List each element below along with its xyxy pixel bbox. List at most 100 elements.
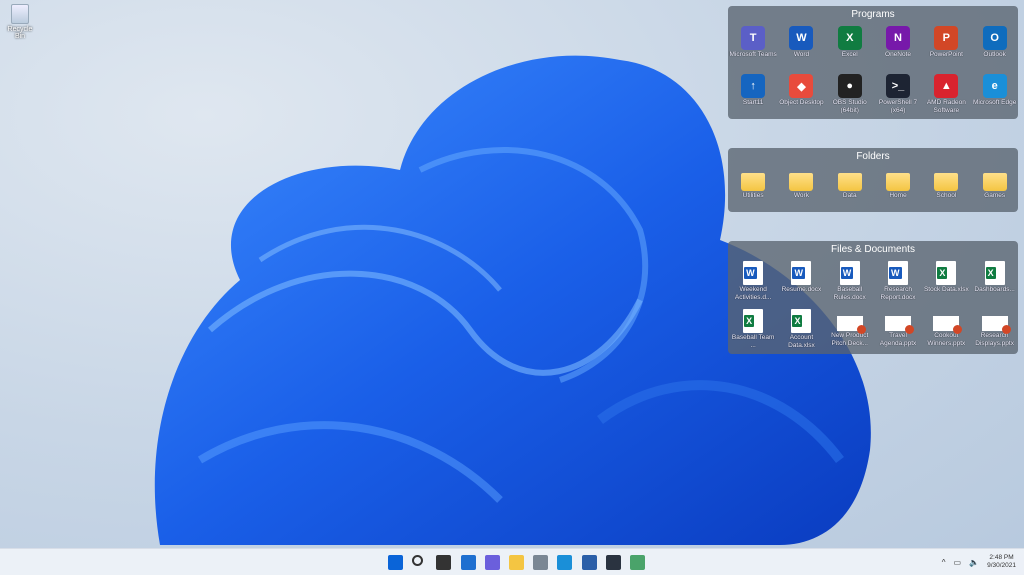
recycle-bin-label: Recycle Bin xyxy=(7,26,33,40)
word-doc-icon: W xyxy=(791,261,812,285)
fence-item-label: Research Displays.pptx xyxy=(975,332,1014,347)
fence-item-label: Stock Data.xlsx xyxy=(923,286,969,293)
fence-item-label: Start11 xyxy=(742,99,764,106)
task-view-button[interactable] xyxy=(436,555,452,570)
pptx-doc-icon xyxy=(885,316,915,334)
fence-item[interactable]: ● OBS Studio (64bit) xyxy=(826,71,874,119)
fence-item[interactable]: Work xyxy=(777,165,825,213)
globe-app-button[interactable] xyxy=(630,555,645,570)
amd-radeon-icon: ▲ xyxy=(934,74,959,98)
fence-item-label: Dashboards... xyxy=(974,286,1015,293)
word-icon: W xyxy=(789,26,814,50)
camera-button[interactable] xyxy=(533,555,549,570)
fence-item-label: OBS Studio (64bit) xyxy=(832,99,867,114)
programs-fence: Programs T Microsoft Teams W Word X Excel N OneN… xyxy=(728,6,1018,119)
word-doc-icon: W xyxy=(839,261,860,285)
chevron-up-icon[interactable]: ^ xyxy=(942,558,946,567)
store-button[interactable] xyxy=(581,555,597,570)
chat-button[interactable] xyxy=(484,555,500,570)
fence-item-label: Travel Agenda.pptx xyxy=(879,332,917,347)
fence-item-label: Account Data.xlsx xyxy=(788,334,815,349)
fence-item[interactable]: Games xyxy=(970,165,1018,213)
fence-item-label: Cookout Winners.pptx xyxy=(927,332,966,347)
excel-doc-icon: X xyxy=(743,309,764,333)
fence-item[interactable]: New Product Pitch Deck... xyxy=(826,306,874,354)
clock-date: 9/30/2021 xyxy=(987,562,1016,569)
excel-doc-icon: X xyxy=(791,309,812,333)
fence-item-label: AMD Radeon Software xyxy=(926,99,966,114)
fence-item-label: Utilities xyxy=(742,192,764,199)
fence-item[interactable]: Travel Agenda.pptx xyxy=(874,306,922,354)
start11-icon: ↑ xyxy=(741,74,766,98)
fence-item-label: Resume.docx xyxy=(781,286,822,293)
fence-item-label: Microsoft Edge xyxy=(972,99,1017,106)
folders-fence: Folders Utilities Work Data Home School Games xyxy=(728,148,1018,212)
fence-item[interactable]: W Baseball Rules.docx xyxy=(826,258,874,306)
excel-icon: X xyxy=(837,26,862,50)
fence-item[interactable]: e Microsoft Edge xyxy=(970,71,1018,119)
word-doc-icon: W xyxy=(888,261,909,285)
fence-item[interactable]: Utilities xyxy=(729,165,777,213)
fence-item[interactable]: X Stock Data.xlsx xyxy=(922,258,970,306)
excel-doc-icon: X xyxy=(984,261,1005,285)
fence-item[interactable]: ▲ AMD Radeon Software xyxy=(922,71,970,119)
obs-icon: ● xyxy=(837,74,862,98)
fence-item[interactable]: W Resume.docx xyxy=(777,258,825,306)
fence-item-label: School xyxy=(936,192,957,199)
fence-item[interactable]: W Word xyxy=(777,23,825,71)
fence-title: Programs xyxy=(851,9,895,20)
fences-button[interactable] xyxy=(605,555,621,570)
fence-item-label: Baseball Team ... xyxy=(731,334,775,349)
search-button[interactable] xyxy=(412,555,424,566)
pptx-doc-icon xyxy=(933,316,963,334)
fence-item-label: Outlook xyxy=(983,51,1006,58)
folder-icon xyxy=(982,173,1007,191)
fence-item-label: Microsoft Teams xyxy=(729,51,777,58)
fence-item-label: Object Desktop xyxy=(779,99,824,106)
recycle-bin[interactable]: Recycle Bin xyxy=(2,4,38,40)
folder-icon xyxy=(934,173,959,191)
fence-item[interactable]: W Research Report.docx xyxy=(874,258,922,306)
fence-item[interactable]: Cookout Winners.pptx xyxy=(922,306,970,354)
fence-item-label: Work xyxy=(793,192,809,199)
clock[interactable]: 2:48 PM 9/30/2021 xyxy=(987,554,1016,570)
fence-item[interactable]: W Weekend Activities.d... xyxy=(729,258,777,306)
onenote-icon: N xyxy=(886,26,911,50)
fence-item[interactable]: X Baseball Team ... xyxy=(729,306,777,354)
folder-icon xyxy=(741,173,766,191)
edge-button[interactable] xyxy=(557,555,573,570)
taskbar: ^ ▭ 🔈 2:48 PM 9/30/2021 xyxy=(0,548,1024,575)
fence-item[interactable]: ◆ Object Desktop xyxy=(777,71,825,119)
fence-item[interactable]: P PowerPoint xyxy=(922,23,970,71)
fence-item[interactable]: >_ PowerShell 7 (x64) xyxy=(874,71,922,119)
widgets-button[interactable] xyxy=(460,555,476,570)
pptx-doc-icon xyxy=(981,316,1011,334)
fence-item-label: Word xyxy=(793,51,810,58)
fence-item[interactable]: X Excel xyxy=(826,23,874,71)
fence-item[interactable]: N OneNote xyxy=(874,23,922,71)
edge-icon: e xyxy=(982,74,1007,98)
fence-item[interactable]: T Microsoft Teams xyxy=(729,23,777,71)
volume-icon[interactable]: 🔈 xyxy=(969,558,979,567)
fence-item[interactable]: O Outlook xyxy=(970,23,1018,71)
fence-item-label: Home xyxy=(889,192,907,199)
start-button[interactable] xyxy=(388,555,403,570)
fence-item-label: Baseball Rules.docx xyxy=(833,286,866,301)
fence-item-label: New Product Pitch Deck... xyxy=(831,332,869,347)
fence-item[interactable]: School xyxy=(922,165,970,213)
file-explorer-button[interactable] xyxy=(509,555,524,570)
fence-item[interactable]: Home xyxy=(874,165,922,213)
fence-item[interactable]: Data xyxy=(826,165,874,213)
folder-icon xyxy=(886,173,911,191)
fence-item-label: OneNote xyxy=(885,51,912,58)
network-icon[interactable]: ▭ xyxy=(954,558,962,567)
fence-item[interactable]: ↑ Start11 xyxy=(729,71,777,119)
teams-icon: T xyxy=(741,26,766,50)
fence-item-label: PowerPoint xyxy=(929,51,963,58)
files-documents-fence: Files & Documents W Weekend Activities.d..… xyxy=(728,241,1018,354)
fence-item[interactable]: X Account Data.xlsx xyxy=(777,306,825,354)
fence-item[interactable]: X Dashboards... xyxy=(970,258,1018,306)
fence-item[interactable]: Research Displays.pptx xyxy=(970,306,1018,354)
powerpoint-icon: P xyxy=(934,26,959,50)
fence-item-label: Weekend Activities.d... xyxy=(734,286,772,301)
